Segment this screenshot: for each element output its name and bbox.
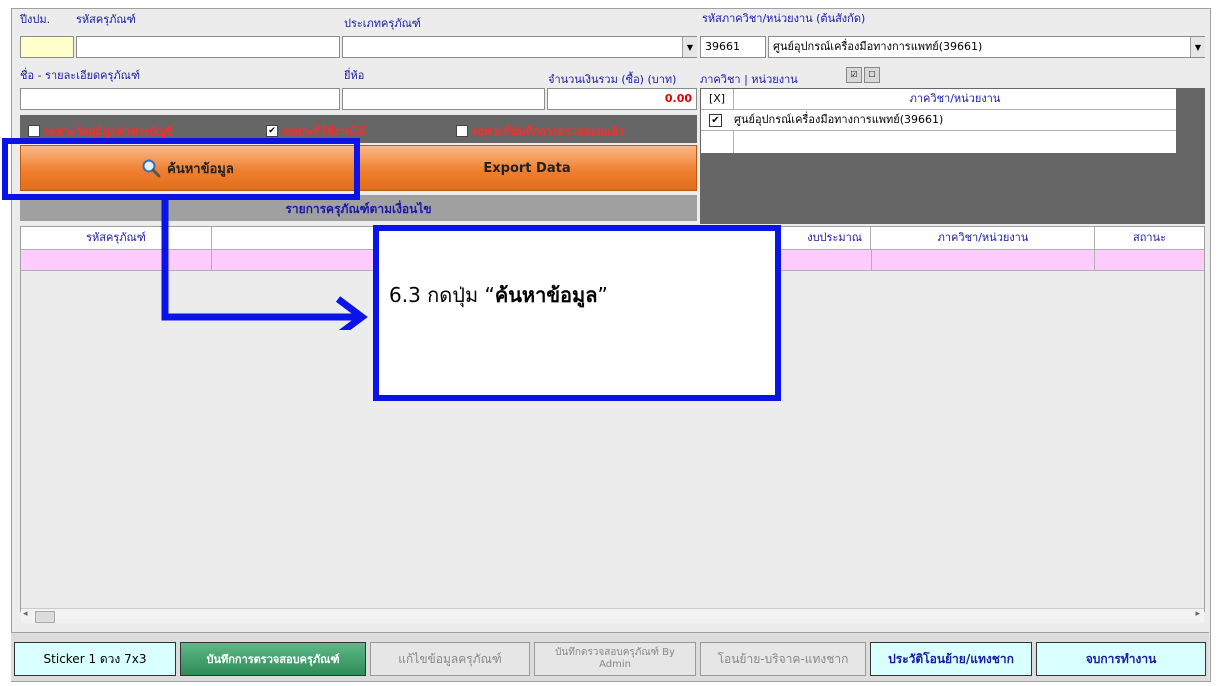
admin-inspection-button-label: บันทึกตรวจสอบครุภัณฑ์ By Admin <box>555 647 675 670</box>
scroll-left-icon[interactable]: ◂ <box>23 609 28 619</box>
filter-inspected-checkbox[interactable] <box>456 125 468 137</box>
scroll-right-icon[interactable]: ▸ <box>1195 609 1200 619</box>
callout-bold: ค้นหาข้อมูล <box>494 283 598 307</box>
dept-list-header: [X] ภาควิชา/หน่วยงาน <box>701 89 1176 110</box>
dept-unit-label: ภาควิชา | หน่วยงาน <box>700 73 798 86</box>
deselect-all-icon[interactable]: ☐ <box>864 67 880 83</box>
dept-list-grid: [X] ภาควิชา/หน่วยงาน ✔ ศูนย์อุปกรณ์เครื่… <box>701 89 1176 153</box>
annotation-callout: 6.3 กดปุ่ม “ค้นหาข้อมูล” <box>373 225 781 401</box>
filter-inspected[interactable]: เฉพาะที่บันทึกการตรวจสอบแล้ว <box>456 122 624 140</box>
callout-prefix: 6.3 กดปุ่ม “ <box>389 283 495 307</box>
row-divider <box>871 250 872 270</box>
exit-button[interactable]: จบการทำงาน <box>1036 642 1206 676</box>
row-divider <box>1094 250 1095 270</box>
dept-list-check-header[interactable]: [X] <box>701 89 734 109</box>
dept-list-row-label: ศูนย์อุปกรณ์เครื่องมือทางการแพทย์(39661) <box>734 113 944 126</box>
exit-button-label: จบการทำงาน <box>1085 651 1157 666</box>
filter-inspected-label: เฉพาะที่บันทึกการตรวจสอบแล้ว <box>473 125 624 138</box>
record-inspection-button-label: บันทึกการตรวจสอบครุภัณฑ์ <box>206 653 340 666</box>
equipment-code-label: รหัสครุภัณฑ์ <box>76 13 136 26</box>
annotation-arrow-icon <box>161 200 368 330</box>
equipment-type-select[interactable] <box>342 36 697 58</box>
fiscal-year-label: ปีงปม. <box>20 13 51 26</box>
transfer-donate-button-label: โอนย้าย-บริจาค-แทงชาก <box>717 651 849 666</box>
annotation-highlight-box <box>2 138 360 200</box>
callout-suffix: ” <box>597 283 608 307</box>
col-status[interactable]: สถานะ <box>1095 227 1204 249</box>
dept-list-row-checkbox[interactable]: ✔ <box>709 114 722 127</box>
transfer-history-button-label: ประวัติโอนย้าย/แทงชาก <box>888 651 1014 666</box>
admin-inspection-button[interactable]: บันทึกตรวจสอบครุภัณฑ์ By Admin <box>534 642 696 676</box>
col-dept[interactable]: ภาควิชา/หน่วยงาน <box>872 227 1095 249</box>
total-amount-input[interactable]: 0.00 <box>547 88 697 110</box>
export-data-button[interactable]: Export Data <box>357 145 697 191</box>
name-detail-label: ชื่อ - รายละเอียดครุภัณฑ์ <box>20 69 141 82</box>
dept-name-select[interactable]: ศูนย์อุปกรณ์เครื่องมือทางการแพทย์(39661) <box>768 36 1205 58</box>
filter-usable-checkbox[interactable]: ✔ <box>266 125 278 137</box>
dept-code-input[interactable]: 39661 <box>700 36 766 58</box>
transfer-history-button[interactable]: ประวัติโอนย้าย/แทงชาก <box>870 642 1032 676</box>
total-amount-label: จำนวนเงินรวม (ซื้อ) (บาท) <box>548 73 677 86</box>
dept-name-value: ศูนย์อุปกรณ์เครื่องมือทางการแพทย์(39661) <box>773 40 983 53</box>
fiscal-year-input[interactable] <box>20 36 74 58</box>
dept-list-title-header: ภาควิชา/หน่วยงาน <box>909 92 1001 105</box>
annotation-callout-text: 6.3 กดปุ่ม “ค้นหาข้อมูล” <box>389 279 608 311</box>
equipment-code-input[interactable] <box>76 36 340 58</box>
select-all-icon[interactable]: ☑ <box>846 67 862 83</box>
dept-list-row[interactable]: ✔ ศูนย์อุปกรณ์เครื่องมือทางการแพทย์(3966… <box>701 110 1176 131</box>
sticker-button[interactable]: Sticker 1 ดวง 7x3 <box>14 642 176 676</box>
record-inspection-button[interactable]: บันทึกการตรวจสอบครุภัณฑ์ <box>180 642 366 676</box>
edit-equipment-button[interactable]: แก้ไขข้อมูลครุภัณฑ์ <box>370 642 530 676</box>
dept-list-divider <box>733 131 734 153</box>
filter-accounting-checkbox[interactable] <box>28 125 40 137</box>
horizontal-scrollbar[interactable]: ◂ ▸ <box>21 608 1204 623</box>
brand-input[interactable] <box>342 88 545 110</box>
name-detail-input[interactable] <box>20 88 340 110</box>
dept-code-label: รหัสภาควิชา/หน่วยงาน (ต้นสังกัด) <box>702 12 866 25</box>
brand-label: ยี่ห้อ <box>344 69 365 82</box>
edit-equipment-button-label: แก้ไขข้อมูลครุภัณฑ์ <box>398 651 502 666</box>
equipment-type-label: ประเภทครุภัณฑ์ <box>344 17 421 30</box>
export-data-button-label: Export Data <box>483 160 571 176</box>
transfer-donate-button[interactable]: โอนย้าย-บริจาค-แทงชาก <box>700 642 866 676</box>
sticker-button-label: Sticker 1 ดวง 7x3 <box>43 651 147 666</box>
scroll-thumb[interactable] <box>35 611 55 623</box>
equipment-type-dropdown-icon[interactable]: ▼ <box>682 37 697 57</box>
dept-name-dropdown-icon[interactable]: ▼ <box>1190 37 1205 57</box>
